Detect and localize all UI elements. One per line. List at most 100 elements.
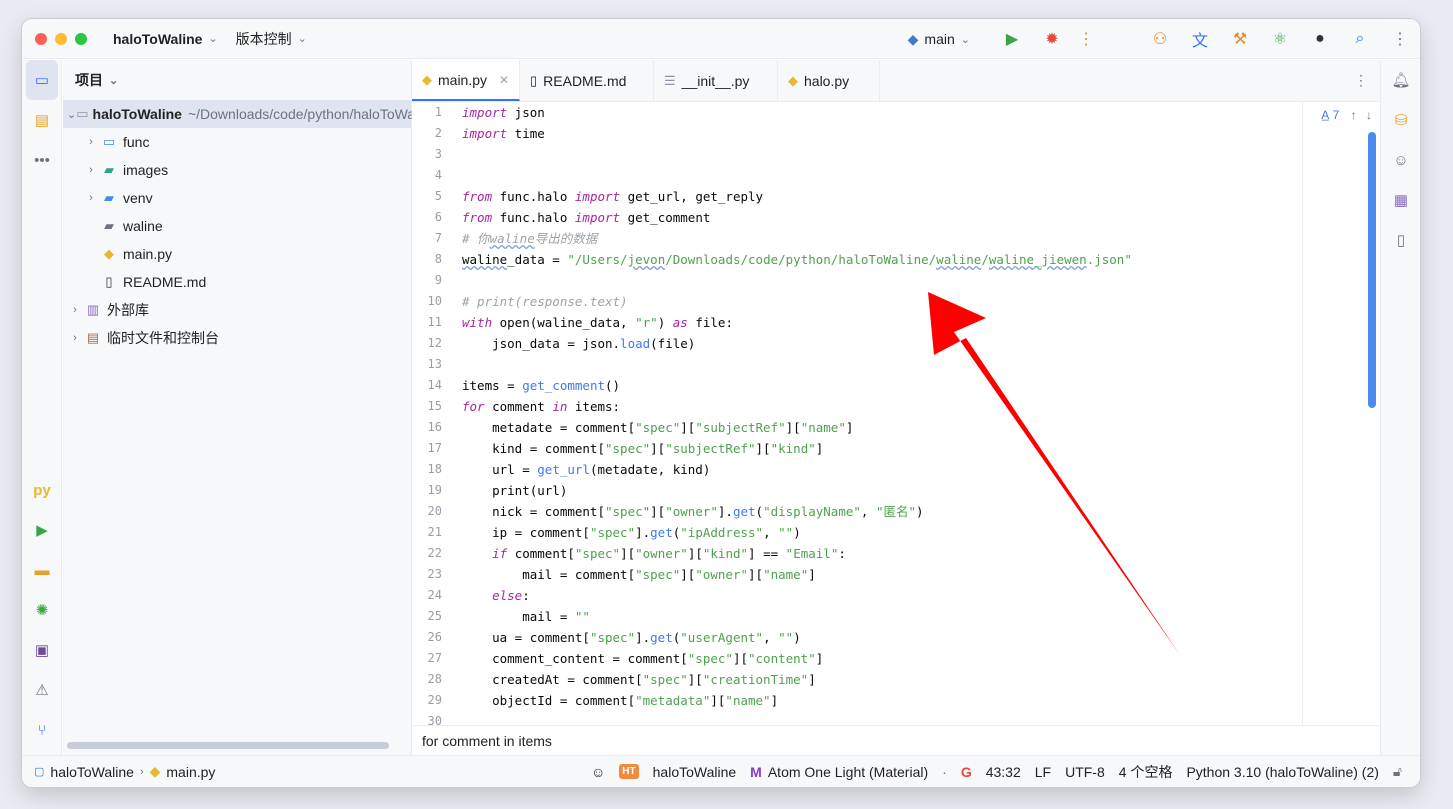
run-tool-icon[interactable]: ▶: [22, 510, 62, 550]
line-number: 11: [427, 315, 442, 329]
tree-item-label: README.md: [123, 274, 207, 290]
copilot-icon[interactable]: ☺: [591, 764, 605, 780]
problems-icon[interactable]: ⚠: [22, 670, 62, 710]
chevron-right-icon[interactable]: ›: [67, 332, 83, 344]
ht-badge[interactable]: HT: [619, 764, 639, 779]
chevron-right-icon[interactable]: ›: [67, 304, 83, 316]
debug-icon[interactable]: ✹: [1032, 29, 1072, 49]
project-panel-header[interactable]: 项目 ⌄: [63, 60, 411, 100]
status-project[interactable]: haloToWaline: [50, 764, 134, 780]
chevron-right-icon[interactable]: ›: [83, 192, 99, 204]
status-interpreter[interactable]: Python 3.10 (haloToWaline) (2): [1186, 764, 1378, 780]
translate-icon[interactable]: 文: [1180, 27, 1220, 51]
git-icon[interactable]: ⑂: [22, 710, 62, 750]
line-number: 7: [434, 231, 442, 245]
project-switcher[interactable]: haloToWaline: [113, 31, 202, 47]
tools-icon[interactable]: ⚒: [1220, 29, 1260, 49]
status-file[interactable]: main.py: [166, 764, 215, 780]
status-position[interactable]: 43:32: [986, 764, 1021, 780]
code-line: ip = comment["spec"].get("ipAddress", ""…: [462, 525, 801, 540]
arrow-up-icon[interactable]: ↑: [1351, 108, 1357, 122]
settings-menu-icon[interactable]: ⋮: [1380, 29, 1420, 49]
arrow-down-icon[interactable]: ↓: [1366, 108, 1372, 122]
tab-halo-py[interactable]: ◆ halo.py: [778, 60, 880, 101]
status-theme-project[interactable]: haloToWaline: [653, 764, 737, 780]
code-line: items = get_comment(): [462, 378, 621, 393]
status-line-sep[interactable]: LF: [1035, 764, 1051, 780]
tab-label: main.py: [438, 71, 488, 88]
inspection-widget[interactable]: A̲ 7 ↑ ↓: [1321, 108, 1372, 122]
run-icon[interactable]: ▶: [992, 29, 1032, 49]
python-file-icon: ◆: [104, 246, 114, 261]
atom-icon[interactable]: ⚛: [1260, 29, 1300, 49]
status-indent[interactable]: 4 个空格: [1119, 762, 1173, 782]
editor-breadcrumb[interactable]: for comment in items: [412, 725, 1380, 755]
database-icon[interactable]: ⛁: [1381, 100, 1420, 140]
copilot-icon[interactable]: ☺: [1381, 140, 1420, 180]
tree-item-label: waline: [123, 218, 163, 234]
status-theme[interactable]: Atom One Light (Material): [768, 764, 928, 780]
code-with-me-icon[interactable]: ⚇: [1140, 29, 1180, 49]
python-file-icon: ◆: [422, 71, 432, 87]
vcs-menu[interactable]: 版本控制: [236, 29, 292, 49]
dictionary-icon[interactable]: ▯: [1381, 220, 1420, 260]
more-tools-icon[interactable]: •••: [22, 140, 62, 180]
tree-item-label: images: [123, 162, 169, 178]
editor-panel: ◆ main.py ✕ ▯ README.md ☰ __init__.py ◆ …: [412, 60, 1380, 755]
more-actions-icon[interactable]: ⋮: [1072, 29, 1100, 49]
code-line: nick = comment["spec"]["owner"].get("dis…: [462, 504, 924, 519]
tree-root-path: ~/Downloads/code/python/haloToWal: [187, 106, 419, 122]
chevron-right-icon[interactable]: ›: [83, 164, 99, 176]
tree-item-label: main.py: [123, 246, 173, 262]
status-encoding[interactable]: UTF-8: [1065, 764, 1105, 780]
tree-root[interactable]: ⌄ ▭ haloToWaline ~/Downloads/code/python…: [63, 100, 418, 128]
tree-item-venv[interactable]: › ▰ venv: [63, 184, 411, 212]
zoom-window-button[interactable]: [75, 32, 87, 45]
tree-item-images[interactable]: › ▰ images: [63, 156, 411, 184]
tab-init-py[interactable]: ☰ __init__.py: [654, 60, 778, 101]
code-line: if comment["spec"]["owner"]["kind"] == "…: [492, 546, 846, 561]
line-gutter: 1 2 3 4 5 6 7 8 9 10 11 12 13 14 15 16 1…: [412, 102, 460, 725]
tab-label: __init__.py: [681, 72, 750, 89]
tree-item-readme[interactable]: ▯ README.md: [63, 268, 411, 296]
chevron-down-icon[interactable]: ⌄: [67, 108, 76, 121]
table-icon[interactable]: ▦: [1381, 180, 1420, 220]
google-icon[interactable]: G: [961, 764, 972, 780]
record-icon[interactable]: ●: [1300, 30, 1340, 48]
code-line: mail = "": [462, 609, 590, 624]
services-icon[interactable]: ✺: [22, 590, 62, 630]
vertical-scrollbar[interactable]: [1368, 132, 1376, 408]
structure-tool-icon[interactable]: ▤: [22, 100, 62, 140]
chevron-right-icon[interactable]: ›: [83, 136, 99, 148]
tree-item-main-py[interactable]: ◆ main.py: [63, 240, 411, 268]
tree-item-label: func: [123, 134, 150, 150]
code-area[interactable]: 1 2 3 4 5 6 7 8 9 10 11 12 13 14 15 16 1…: [412, 102, 1380, 725]
search-icon[interactable]: ⌕: [1340, 30, 1380, 48]
tab-main-py[interactable]: ◆ main.py ✕: [412, 60, 520, 101]
horizontal-scrollbar[interactable]: [67, 742, 389, 749]
close-window-button[interactable]: [35, 32, 47, 45]
tab-readme[interactable]: ▯ README.md: [520, 60, 654, 101]
tree-item-scratches[interactable]: › ▤ 临时文件和控制台: [63, 324, 411, 352]
python-file-icon: ☰: [664, 72, 676, 88]
run-config-selector[interactable]: ◆ main ⌄: [908, 31, 970, 48]
tree-item-waline[interactable]: ▰ waline: [63, 212, 411, 240]
editor-tabs: ◆ main.py ✕ ▯ README.md ☰ __init__.py ◆ …: [412, 60, 1380, 102]
python-packages-icon[interactable]: ▬: [22, 550, 62, 590]
notifications-icon[interactable]: 🔔︎: [1381, 60, 1420, 100]
minimize-window-button[interactable]: [55, 32, 67, 45]
python-console-icon[interactable]: py: [22, 470, 62, 510]
code-line: objectId = comment["metadata"]["name"]: [462, 693, 779, 708]
terminal-icon[interactable]: ▣: [22, 630, 62, 670]
lock-icon[interactable]: 🔓︎: [1393, 763, 1402, 780]
tree-item-func[interactable]: › ▭ func: [63, 128, 411, 156]
code-line: metadate = comment["spec"]["subjectRef"]…: [462, 420, 854, 435]
tabs-menu-icon[interactable]: ⋮: [1354, 72, 1368, 89]
library-icon: ▥: [86, 302, 100, 317]
project-tool-icon[interactable]: ▭: [26, 60, 58, 100]
line-number: 9: [434, 273, 442, 287]
close-tab-icon[interactable]: ✕: [499, 73, 509, 87]
tree-item-external-libs[interactable]: › ▥ 外部库: [63, 296, 411, 324]
